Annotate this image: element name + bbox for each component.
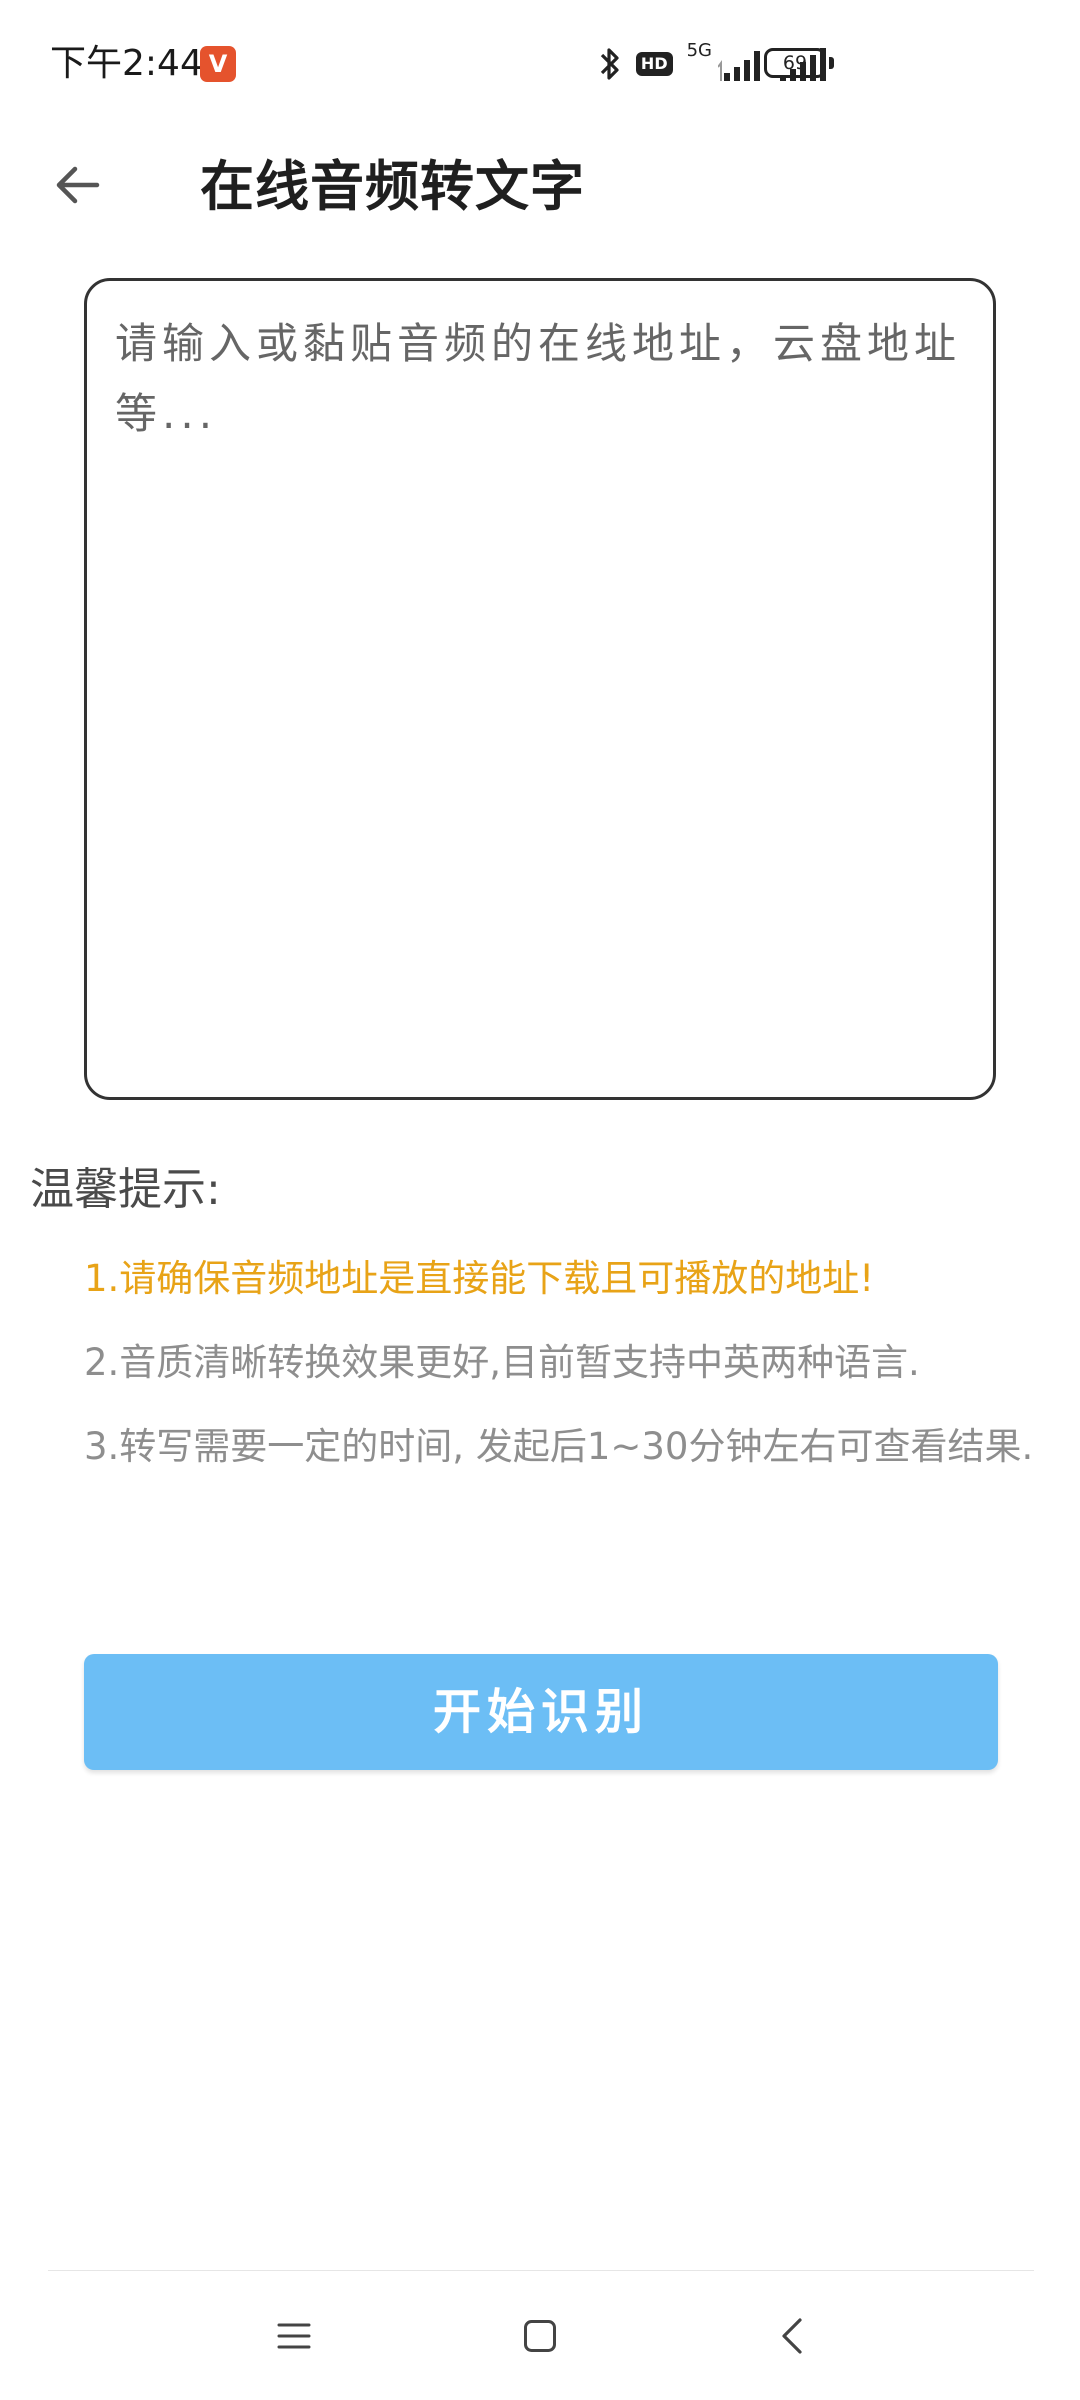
- status-bar: 下午2:44 V HD 5G 69: [0, 0, 1080, 130]
- start-recognition-button[interactable]: 开始识别: [84, 1654, 998, 1770]
- page-title: 在线音频转文字: [200, 155, 585, 218]
- nav-divider: [48, 2270, 1034, 2271]
- tip-item-download: 1.请确保音频地址是直接能下载且可播放的地址!: [84, 1257, 875, 1300]
- status-time: 下午2:44: [50, 43, 203, 84]
- nav-home-button[interactable]: [502, 2306, 578, 2366]
- menu-icon: [277, 2323, 311, 2349]
- battery-tip: [829, 57, 834, 69]
- app-notification-icon: V: [200, 46, 236, 82]
- arrow-left-icon: [56, 166, 100, 204]
- nav-back-button[interactable]: [754, 2306, 830, 2366]
- battery-icon: 69: [764, 48, 826, 78]
- audio-url-input[interactable]: [84, 278, 996, 1100]
- tip-item-duration: 3.转写需要一定的时间, 发起后1~30分钟左右可查看结果.: [84, 1425, 1034, 1468]
- tip-item-quality: 2.音质清晰转换效果更好,目前暂支持中英两种语言.: [84, 1341, 920, 1384]
- bluetooth-icon: [598, 44, 622, 84]
- home-icon: [524, 2320, 556, 2352]
- back-button[interactable]: [40, 148, 114, 222]
- app-header: 在线音频转文字: [0, 130, 1080, 240]
- hd-voice-icon: HD: [635, 52, 673, 76]
- nav-menu-button[interactable]: [256, 2306, 332, 2366]
- signal-strength-icon-sim1: [718, 47, 766, 81]
- battery-level: 69: [782, 52, 808, 74]
- tips-title: 温馨提示:: [30, 1164, 221, 1215]
- network-type: 5G: [686, 39, 712, 61]
- back-icon: [782, 2318, 802, 2354]
